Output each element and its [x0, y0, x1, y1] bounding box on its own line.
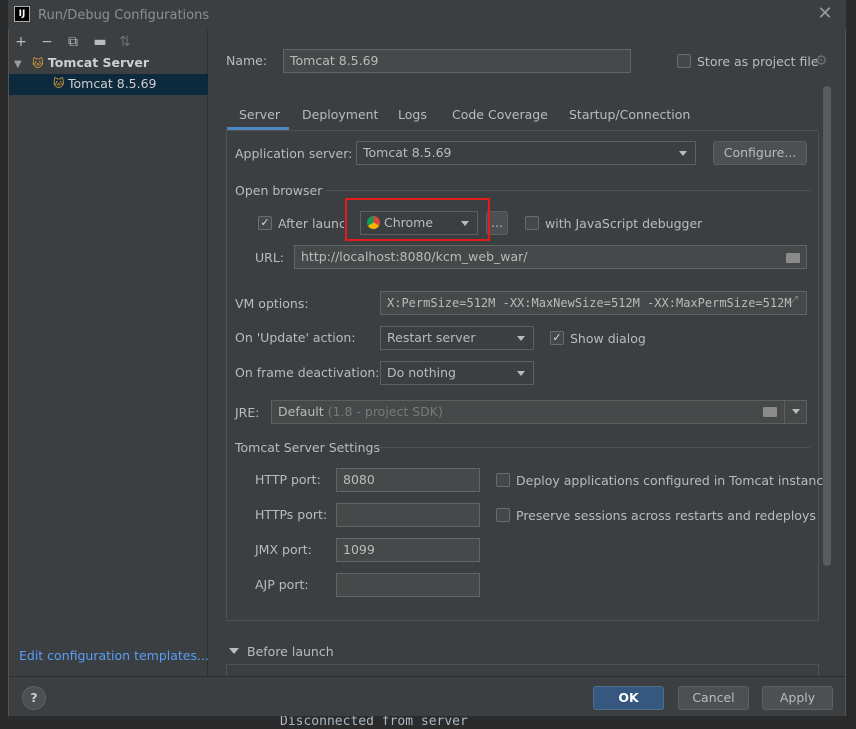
gear-icon[interactable]: ⚙	[815, 53, 828, 69]
open-browser-separator	[326, 190, 810, 191]
ajp-port-label: AJP port:	[255, 577, 309, 592]
tree-item-tomcat-server[interactable]: ▼ 🐱 Tomcat Server	[14, 55, 208, 74]
tomcat-icon: 🐱	[53, 77, 65, 90]
http-port-field[interactable]: 8080	[336, 468, 480, 492]
show-dialog-label: Show dialog	[570, 331, 646, 346]
chevron-down-icon	[517, 336, 525, 341]
tab-logs[interactable]: Logs	[398, 107, 427, 122]
copy-icon[interactable]: ⧉	[64, 33, 82, 51]
tree-item-tomcat-869[interactable]: 🐱 Tomcat 8.5.69	[9, 74, 208, 95]
store-project-file-checkbox[interactable]	[677, 54, 691, 68]
http-port-label: HTTP port:	[255, 472, 321, 487]
tomcat-icon: 🐱	[32, 57, 44, 70]
config-tree-pane	[9, 30, 208, 676]
tab-deployment[interactable]: Deployment	[302, 107, 378, 122]
chevron-down-icon	[517, 371, 525, 376]
url-field[interactable]: http://localhost:8080/kcm_web_war/	[294, 245, 807, 269]
jre-label: JRE:	[235, 405, 260, 420]
update-action-select[interactable]: Restart server	[380, 326, 534, 350]
jre-select[interactable]: Default (1.8 - project SDK)	[271, 400, 807, 424]
plus-icon[interactable]: +	[12, 33, 30, 51]
background-ide-right	[845, 0, 856, 729]
folder-icon[interactable]	[786, 253, 800, 263]
folder-icon[interactable]	[763, 407, 777, 417]
name-field[interactable]: Tomcat 8.5.69	[283, 49, 631, 73]
tree-root-label: Tomcat Server	[47, 55, 149, 70]
frame-deactivation-label: On frame deactivation:	[235, 365, 380, 380]
active-tab-indicator	[227, 127, 289, 130]
chevron-down-icon: ▼	[14, 59, 22, 70]
expand-icon[interactable]: ⤢	[788, 294, 798, 309]
app-server-select[interactable]: Tomcat 8.5.69	[356, 141, 696, 165]
https-port-label: HTTPs port:	[255, 507, 328, 522]
close-icon[interactable]: ✕	[816, 3, 834, 25]
chevron-down-icon[interactable]	[229, 648, 239, 654]
preserve-sessions-checkbox[interactable]	[496, 508, 510, 522]
js-debugger-label: with JavaScript debugger	[545, 216, 703, 231]
help-button[interactable]: ?	[22, 686, 46, 710]
tab-code-coverage[interactable]: Code Coverage	[452, 107, 548, 122]
open-browser-title: Open browser	[235, 183, 323, 198]
tomcat-settings-separator	[375, 447, 810, 448]
deploy-apps-label: Deploy applications configured in Tomcat…	[516, 473, 831, 488]
store-project-file-label: Store as project file	[697, 54, 819, 69]
deploy-apps-checkbox[interactable]	[496, 473, 510, 487]
console-text: Disconnected from server	[280, 714, 468, 729]
before-launch-title[interactable]: Before launch	[247, 644, 334, 659]
cancel-button[interactable]: Cancel	[678, 686, 749, 710]
jmx-port-field[interactable]: 1099	[336, 538, 480, 562]
before-launch-panel	[226, 664, 819, 676]
chevron-down-icon	[679, 151, 687, 156]
jre-dropdown-button[interactable]	[784, 401, 806, 423]
tab-server[interactable]: Server	[239, 107, 280, 122]
after-launch-checkbox[interactable]: ✓	[258, 216, 272, 230]
chevron-down-icon	[792, 409, 800, 414]
tomcat-settings-title: Tomcat Server Settings	[235, 440, 380, 455]
name-label: Name:	[226, 53, 268, 68]
window-title: Run/Debug Configurations	[38, 8, 210, 23]
js-debugger-checkbox[interactable]	[525, 216, 539, 230]
vm-options-field[interactable]: X:PermSize=512M -XX:MaxNewSize=512M -XX:…	[380, 291, 807, 315]
highlight-annotation	[345, 198, 490, 241]
jre-hint: (1.8 - project SDK)	[327, 404, 443, 419]
edit-templates-link[interactable]: Edit configuration templates...	[19, 648, 209, 663]
ajp-port-field[interactable]	[336, 573, 480, 597]
tree-child-label: Tomcat 8.5.69	[68, 76, 157, 91]
frame-deactivation-value: Do nothing	[387, 365, 456, 380]
https-port-field[interactable]	[336, 503, 480, 527]
sort-icon[interactable]: ⇅	[116, 33, 134, 51]
jre-value: Default	[278, 404, 324, 419]
vm-options-label: VM options:	[235, 296, 309, 311]
app-server-value: Tomcat 8.5.69	[363, 145, 452, 160]
frame-deactivation-select[interactable]: Do nothing	[380, 361, 534, 385]
update-action-label: On 'Update' action:	[235, 330, 356, 345]
url-label: URL:	[255, 250, 285, 265]
new-folder-icon[interactable]: ▬	[91, 33, 109, 51]
minus-icon[interactable]: −	[38, 33, 56, 51]
apply-button[interactable]: Apply	[762, 686, 833, 710]
intellij-logo-icon: IJ	[14, 6, 30, 22]
after-launch-label: After launch	[278, 216, 344, 231]
jmx-port-label: JMX port:	[255, 542, 312, 557]
show-dialog-checkbox[interactable]: ✓	[550, 331, 564, 345]
ok-button[interactable]: OK	[593, 686, 664, 710]
update-action-value: Restart server	[387, 330, 476, 345]
tab-startup-connection[interactable]: Startup/Connection	[569, 107, 690, 122]
scrollbar[interactable]	[823, 86, 831, 566]
app-server-label: Application server:	[235, 146, 353, 161]
preserve-sessions-label: Preserve sessions across restarts and re…	[516, 508, 816, 523]
configure-button[interactable]: Configure...	[713, 141, 807, 165]
